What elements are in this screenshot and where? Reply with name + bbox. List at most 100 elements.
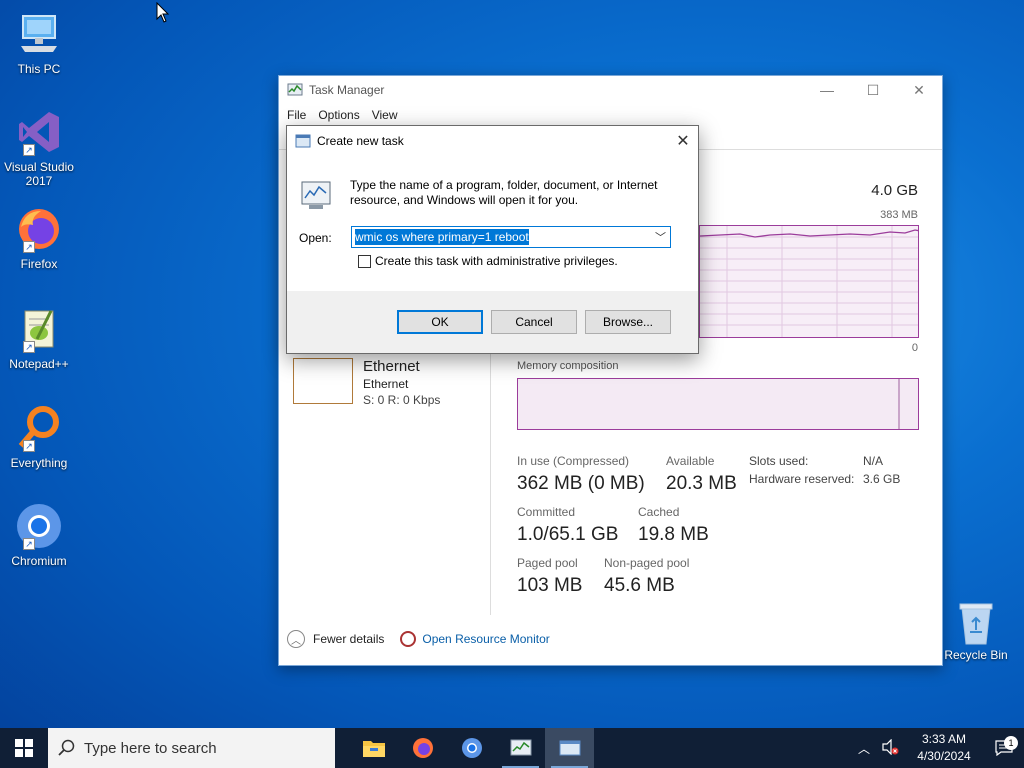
memory-composition-bar	[517, 378, 919, 430]
chromium-icon: ↗	[15, 502, 63, 550]
desktop-icon-this-pc[interactable]: This PC	[4, 10, 74, 100]
stat-value: 1.0/65.1 GB	[517, 524, 619, 545]
desktop-icon-visual-studio[interactable]: ↗ Visual Studio 2017	[4, 108, 74, 198]
menu-options[interactable]: Options	[314, 108, 367, 122]
task-manager-icon	[287, 82, 303, 98]
desktop-icon-chromium[interactable]: ↗ Chromium	[4, 502, 74, 592]
fewer-details-button[interactable]: Fewer details	[313, 632, 384, 646]
shortcut-arrow-icon: ↗	[23, 538, 35, 550]
dialog-description: Type the name of a program, folder, docu…	[350, 178, 658, 207]
dialog-close-button[interactable]: ✕	[668, 126, 698, 156]
task-manager-titlebar[interactable]: Task Manager — ☐ ✕	[279, 76, 942, 104]
open-command-input[interactable]: wmic os where primary=1 reboot ﹀	[351, 226, 671, 248]
notification-count-badge: 1	[1004, 736, 1018, 750]
everything-icon: ↗	[15, 404, 63, 452]
maximize-button[interactable]: ☐	[850, 76, 896, 104]
memory-usage-graph	[699, 225, 919, 338]
taskbar-file-explorer[interactable]	[349, 728, 398, 768]
firefox-icon	[412, 738, 433, 758]
shortcut-arrow-icon: ↗	[23, 341, 35, 353]
stat-cached: Cached 19.8 MB	[638, 505, 709, 546]
stat-value: 362 MB (0 MB)	[517, 473, 645, 494]
mouse-cursor-icon	[156, 1, 170, 27]
desktop-icon-notepad-plus-plus[interactable]: ↗ Notepad++	[4, 305, 74, 395]
memory-graph-min: 0	[911, 342, 918, 354]
taskbar-chromium[interactable]	[447, 728, 496, 768]
minimize-button[interactable]: —	[804, 76, 850, 104]
taskbar-task-manager[interactable]	[496, 728, 545, 768]
browse-button[interactable]: Browse...	[585, 310, 671, 334]
stat-value: 103 MB	[517, 575, 583, 596]
desktop-icon-label: This PC	[17, 62, 61, 76]
hardware-reserved-value: 3.6 GB	[863, 472, 901, 486]
memory-total: 4.0 GB	[871, 182, 918, 199]
stat-value: 20.3 MB	[666, 473, 737, 494]
sidebar-item-ethernet[interactable]: Ethernet Ethernet S: 0 R: 0 Kbps	[293, 358, 440, 407]
task-manager-title: Task Manager	[309, 83, 385, 97]
start-button[interactable]	[0, 728, 48, 768]
dialog-title: Create new task	[317, 134, 404, 148]
shortcut-arrow-icon: ↗	[23, 241, 35, 253]
taskbar: Type here to search ︿ 3:33 AM 4/30/2024 …	[0, 728, 1024, 768]
stat-value: 45.6 MB	[604, 575, 675, 596]
shortcut-arrow-icon: ↗	[23, 440, 35, 452]
chevron-down-icon[interactable]: ﹀	[655, 229, 666, 245]
ok-button[interactable]: OK	[397, 310, 483, 334]
stat-label: Committed	[517, 505, 576, 519]
system-tray: ︿ 3:33 AM 4/30/2024 1	[852, 728, 1024, 768]
memory-composition-label: Memory composition	[517, 360, 619, 372]
dialog-titlebar[interactable]: Create new task ✕	[287, 126, 698, 156]
desktop-icon-label: Firefox	[20, 257, 58, 271]
search-icon	[58, 739, 75, 756]
desktop-icon-label: Everything	[10, 456, 68, 470]
ethernet-thumbnail-graph	[293, 358, 353, 404]
chromium-icon	[461, 738, 482, 758]
action-center-button[interactable]: 1	[984, 736, 1024, 756]
chevron-up-icon[interactable]: ︿	[287, 630, 305, 648]
clock-time: 3:33 AM	[921, 732, 967, 746]
taskbar-create-new-task[interactable]	[545, 728, 594, 768]
volume-muted-icon[interactable]	[876, 738, 904, 758]
desktop-icon-firefox[interactable]: ↗ Firefox	[4, 205, 74, 295]
admin-privileges-checkbox[interactable]	[358, 254, 371, 268]
run-dialog-icon	[295, 134, 311, 148]
cancel-button[interactable]: Cancel	[491, 310, 577, 334]
firefox-icon: ↗	[15, 205, 63, 253]
desktop-icon-everything[interactable]: ↗ Everything	[4, 404, 74, 494]
chevron-up-icon[interactable]: ︿	[852, 740, 876, 757]
recycle-bin-icon	[940, 600, 1012, 648]
task-manager-icon	[510, 739, 531, 756]
open-label: Open:	[299, 231, 332, 245]
run-dialog-icon	[559, 740, 580, 756]
admin-privileges-row[interactable]: Create this task with administrative pri…	[358, 254, 618, 268]
dialog-button-bar: OK Cancel Browse...	[287, 291, 698, 353]
taskbar-clock[interactable]: 3:33 AM 4/30/2024	[904, 731, 984, 765]
visual-studio-icon: ↗	[15, 108, 63, 156]
task-manager-footer: ︿ Fewer details Open Resource Monitor	[279, 613, 942, 665]
hardware-reserved-label: Hardware reserved:	[749, 472, 855, 486]
search-placeholder[interactable]: Type here to search	[84, 740, 217, 757]
stat-label: Non-paged pool	[604, 556, 690, 570]
ethernet-title: Ethernet	[363, 358, 420, 375]
admin-privileges-label[interactable]: Create this task with administrative pri…	[375, 254, 618, 268]
stat-label: Available	[666, 454, 715, 468]
this-pc-icon	[15, 10, 63, 58]
taskbar-search-box[interactable]: Type here to search	[48, 728, 335, 768]
close-button[interactable]: ✕	[896, 76, 942, 104]
resource-monitor-icon	[400, 631, 417, 647]
open-command-value[interactable]: wmic os where primary=1 reboot	[355, 229, 529, 245]
ethernet-rate: S: 0 R: 0 Kbps	[363, 393, 441, 407]
shortcut-arrow-icon: ↗	[23, 144, 35, 156]
stat-value: 19.8 MB	[638, 524, 709, 545]
run-program-icon	[299, 178, 333, 212]
desktop-icon-label: Chromium	[11, 554, 67, 568]
recycle-bin-label: Recycle Bin	[944, 648, 1008, 662]
taskbar-firefox[interactable]	[398, 728, 447, 768]
menu-file[interactable]: File	[283, 108, 314, 122]
menu-view[interactable]: View	[368, 108, 406, 122]
file-explorer-icon	[362, 741, 385, 757]
ethernet-subtitle: Ethernet	[363, 377, 409, 391]
desktop-icon-recycle-bin[interactable]: Recycle Bin	[940, 600, 1012, 662]
create-new-task-dialog[interactable]: Create new task ✕ Type the name of a pro…	[286, 125, 699, 354]
open-resource-monitor-link[interactable]: Open Resource Monitor	[422, 632, 549, 646]
